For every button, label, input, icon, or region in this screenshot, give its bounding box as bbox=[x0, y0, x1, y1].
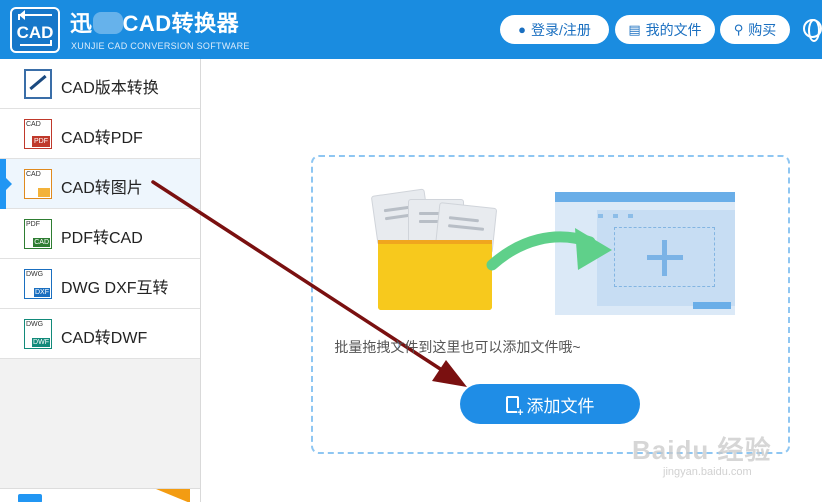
login-button[interactable]: ● 登录/注册 bbox=[500, 15, 609, 44]
logo-arrow-bottom bbox=[20, 40, 52, 46]
app-logo: CAD bbox=[10, 7, 60, 53]
window-tab bbox=[628, 214, 633, 218]
folder-front bbox=[378, 240, 492, 310]
window-tabs bbox=[598, 205, 658, 218]
dwg-dxf-icon: DWG DXF bbox=[24, 269, 52, 299]
icon-tag: PDF bbox=[32, 136, 50, 147]
app-subtitle: XUNJIE CAD CONVERSION SOFTWARE bbox=[71, 41, 250, 51]
buy-label: 购买 bbox=[748, 21, 777, 38]
promo-icon bbox=[18, 494, 42, 502]
promo-corner-badge bbox=[156, 489, 190, 502]
app-header: CAD 迅 CAD转换器 XUNJIE CAD CONVERSION SOFTWA… bbox=[0, 0, 822, 59]
sidebar-item-cad-version[interactable]: CAD版本转换 bbox=[0, 59, 200, 109]
add-file-label: 添加文件 bbox=[526, 396, 595, 416]
window-tab bbox=[613, 214, 618, 218]
pdf-to-cad-icon: PDF CAD bbox=[24, 219, 52, 249]
document-icon: ▤ bbox=[628, 22, 641, 37]
sidebar-item-label: CAD转图片 bbox=[61, 180, 143, 197]
cad-to-pdf-icon: CAD PDF bbox=[24, 119, 52, 149]
icon-tag: CAD bbox=[26, 171, 41, 178]
cart-icon: ⚲ bbox=[733, 22, 744, 37]
sidebar-item-label: PDF转CAD bbox=[61, 230, 143, 247]
sidebar-item-cad-to-image[interactable]: CAD CAD转图片 bbox=[0, 159, 200, 209]
sidebar-promo[interactable] bbox=[0, 488, 200, 502]
sidebar-item-pdf-to-cad[interactable]: PDF CAD PDF转CAD bbox=[0, 209, 200, 259]
sidebar-item-label: CAD转PDF bbox=[61, 130, 143, 147]
window-title-bar bbox=[555, 192, 735, 202]
add-file-button[interactable]: 添加文件 bbox=[460, 384, 640, 424]
watermark-logo: Baidu 经验 bbox=[632, 435, 772, 465]
icon-tag: PDF bbox=[26, 221, 40, 228]
buy-button[interactable]: ⚲ 购买 bbox=[720, 15, 790, 44]
my-files-button[interactable]: ▤ 我的文件 bbox=[615, 15, 715, 44]
icon-tag: DXF bbox=[34, 288, 50, 297]
blurred-text bbox=[92, 12, 123, 34]
sidebar-item-label: CAD版本转换 bbox=[61, 80, 159, 97]
logo-arrow-top bbox=[18, 10, 52, 20]
icon-tag: CAD bbox=[26, 121, 41, 128]
paper-line bbox=[447, 224, 485, 231]
plus-icon-vertical bbox=[662, 240, 667, 276]
paper-line bbox=[383, 205, 410, 213]
cad-to-image-icon: CAD bbox=[24, 169, 52, 199]
icon-tag bbox=[38, 188, 50, 197]
app-title: 迅 CAD转换器 bbox=[70, 6, 239, 38]
icon-tag: DWG bbox=[26, 271, 44, 278]
drag-hint-text: 批量拖拽文件到这里也可以添加文件哦~ bbox=[334, 339, 581, 355]
user-icon: ● bbox=[518, 22, 526, 37]
cad-version-icon bbox=[24, 69, 52, 99]
app-title-prefix: 迅 bbox=[70, 11, 93, 36]
icon-tag: CAD bbox=[33, 238, 50, 247]
app-title-suffix: CAD转换器 bbox=[122, 11, 240, 36]
icon-tag: DWG bbox=[26, 321, 44, 328]
window-footer-button bbox=[693, 302, 731, 309]
sidebar-item-cad-to-pdf[interactable]: CAD PDF CAD转PDF bbox=[0, 109, 200, 159]
add-document-icon bbox=[505, 395, 524, 418]
sidebar-item-dwg-dxf[interactable]: DWG DXF DWG DXF互转 bbox=[0, 259, 200, 309]
my-files-label: 我的文件 bbox=[645, 21, 702, 38]
globe-icon[interactable] bbox=[803, 19, 822, 42]
paper-line bbox=[448, 216, 479, 223]
sidebar-item-label: DWG DXF互转 bbox=[61, 280, 169, 297]
login-label: 登录/注册 bbox=[530, 21, 591, 38]
sidebar: CAD版本转换 CAD PDF CAD转PDF CAD CAD转图片 PDF C… bbox=[0, 59, 201, 502]
watermark-url: jingyan.baidu.com bbox=[663, 466, 752, 478]
window-tab bbox=[598, 214, 603, 218]
